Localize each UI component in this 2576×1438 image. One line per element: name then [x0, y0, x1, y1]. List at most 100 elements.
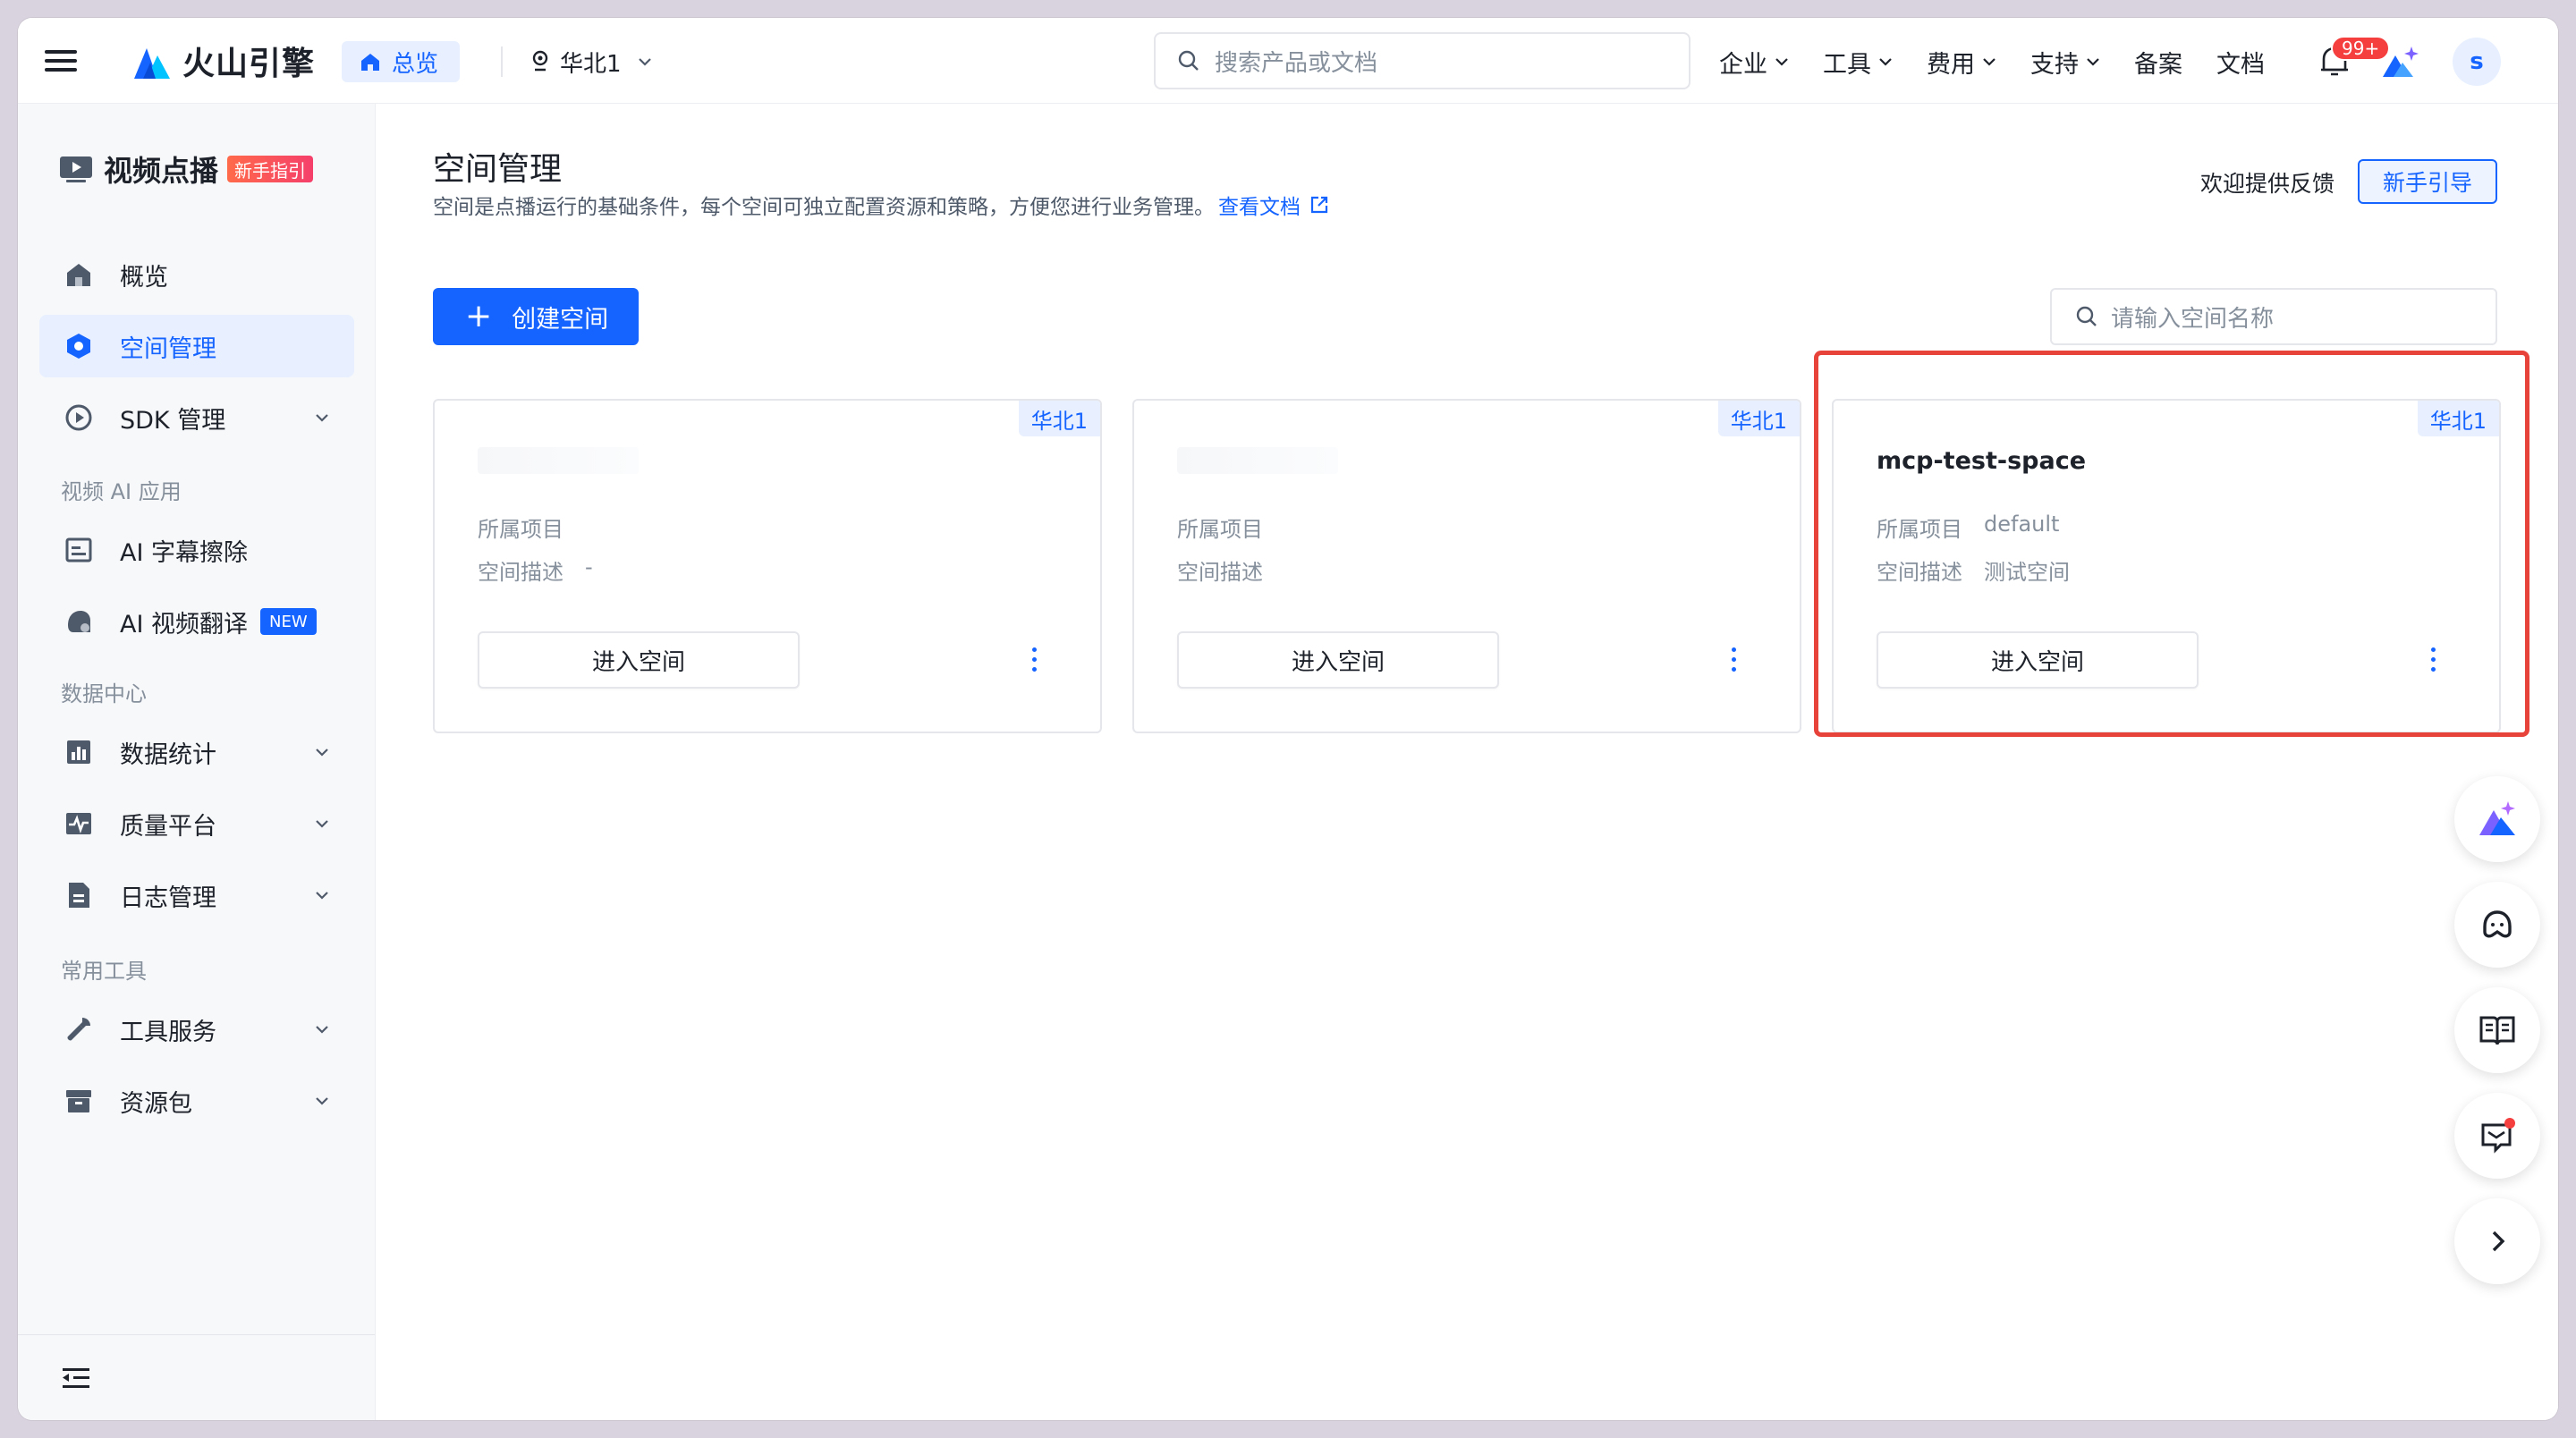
view-docs-link[interactable]: 查看文档	[1218, 190, 1329, 220]
sidebar-item-quality[interactable]: 质量平台	[39, 792, 354, 855]
location-pin-icon	[532, 50, 548, 72]
chevron-down-icon	[316, 1097, 328, 1105]
sidebar-item-resource-packages[interactable]: 资源包	[39, 1070, 354, 1132]
documentation-button[interactable]	[2454, 987, 2540, 1073]
sidebar-item-label: 概览	[120, 263, 168, 292]
messages-button[interactable]	[2454, 1093, 2540, 1179]
description-value: -	[585, 554, 593, 579]
more-actions-icon[interactable]	[2429, 647, 2436, 674]
page-description: 空间是点播运行的基础条件，每个空间可独立配置资源和策略，方便您进行业务管理。 查…	[433, 190, 1329, 220]
region-selector[interactable]: 华北1	[531, 41, 652, 82]
sidebar-item-logs[interactable]: 日志管理	[39, 864, 354, 926]
divider	[501, 47, 503, 77]
description-label: 空间描述	[1177, 560, 1263, 585]
headset-icon	[2483, 910, 2512, 938]
space-search-input[interactable]: 请输入空间名称	[2050, 288, 2497, 345]
region-tag: 华北1	[1018, 401, 1100, 436]
nav-label: 备案	[2134, 50, 2182, 79]
nav-docs[interactable]: 文档	[2216, 45, 2265, 80]
ai-assistant-button[interactable]	[2454, 776, 2540, 862]
sidebar-item-label: SDK 管理	[120, 406, 226, 435]
sidebar-item-label: 资源包	[120, 1089, 192, 1118]
nav-tools[interactable]: 工具	[1823, 45, 1893, 80]
nav-label: 支持	[2030, 50, 2079, 79]
enter-space-button[interactable]: 进入空间	[1877, 631, 2199, 689]
sidebar-item-ai-video-translate[interactable]: AI 视频翻译 NEW	[39, 590, 354, 653]
description-row: 空间描述 测试空间	[1877, 554, 2070, 586]
top-nav: 企业 工具 费用 支持 备案 文档	[1719, 41, 2299, 82]
chevron-down-icon	[316, 414, 328, 422]
chevron-down-icon	[316, 892, 328, 900]
space-search-placeholder: 请输入空间名称	[2111, 305, 2275, 333]
ai-assistant-icon	[2479, 801, 2515, 835]
space-icon	[67, 334, 90, 359]
description-label: 空间描述	[1877, 560, 1962, 585]
global-search-input[interactable]: 搜索产品或文档	[1154, 32, 1690, 89]
subtitle-erase-icon	[65, 537, 92, 563]
sidebar-item-label: 数据统计	[120, 740, 216, 769]
description-text: 空间是点播运行的基础条件，每个空间可独立配置资源和策略，方便您进行业务管理。	[433, 196, 1215, 219]
space-name[interactable]: mcp-test-space	[1877, 447, 2086, 475]
sidebar-item-label: 空间管理	[120, 334, 216, 363]
nav-support[interactable]: 支持	[2030, 45, 2100, 80]
project-row: 所属项目	[1177, 512, 1284, 543]
sidebar-item-sdk[interactable]: SDK 管理	[39, 386, 354, 449]
nav-filing[interactable]: 备案	[2134, 45, 2182, 80]
new-badge: NEW	[260, 608, 317, 635]
menu-icon[interactable]	[45, 45, 77, 77]
sidebar-item-label: AI 视频翻译	[120, 610, 249, 639]
nav-enterprise[interactable]: 企业	[1719, 45, 1789, 80]
sidebar-item-space-management[interactable]: 空间管理	[39, 315, 354, 377]
chevron-down-icon	[316, 1026, 328, 1034]
nav-label: 工具	[1823, 50, 1871, 79]
sidebar-item-data-stats[interactable]: 数据统计	[39, 721, 354, 783]
sidebar-item-overview[interactable]: 概览	[39, 243, 354, 306]
sdk-icon	[65, 404, 92, 431]
sidebar-item-label: 日志管理	[120, 884, 216, 912]
home-icon	[67, 264, 90, 286]
project-row: 所属项目 default	[1877, 512, 2059, 543]
feedback-link[interactable]: 欢迎提供反馈	[2200, 166, 2334, 199]
sidebar-item-ai-subtitle-erase[interactable]: AI 字幕擦除	[39, 519, 354, 581]
user-avatar[interactable]: s	[2453, 38, 2501, 86]
global-search-placeholder: 搜索产品或文档	[1215, 49, 1378, 77]
enter-space-button[interactable]: 进入空间	[1177, 631, 1499, 689]
nav-label: 文档	[2216, 50, 2265, 79]
chevron-down-icon	[1775, 58, 1788, 66]
sidebar-item-label: AI 字幕擦除	[120, 538, 249, 567]
sidebar-footer	[18, 1334, 375, 1420]
book-icon	[2479, 1016, 2515, 1045]
ai-assistant-icon[interactable]	[2379, 43, 2420, 79]
nav-billing[interactable]: 费用	[1927, 45, 1996, 80]
space-card: 华北1 所属项目 空间描述 进入空间	[1132, 399, 1801, 733]
product-name: 视频点播	[104, 154, 219, 188]
video-translate-icon	[68, 611, 90, 632]
beginner-guide-button[interactable]: 新手引导	[2357, 159, 2497, 204]
video-player-icon	[60, 156, 92, 182]
top-bar: 火山引擎 总览 华北1 搜索产品或文档 企业 工具 费用 支持 备案 文档 99…	[18, 18, 2558, 104]
create-space-button[interactable]: + 创建空间	[433, 288, 640, 345]
overview-chip[interactable]: 总览	[342, 41, 461, 82]
project-label: 所属项目	[478, 517, 564, 542]
home-icon	[361, 54, 379, 71]
sidebar-item-label: 工具服务	[120, 1018, 216, 1046]
collapse-sidebar-icon[interactable]	[63, 1367, 89, 1389]
more-actions-icon[interactable]	[1030, 647, 1038, 674]
product-title: 视频点播 新手指引	[59, 148, 314, 190]
sidebar-item-tool-services[interactable]: 工具服务	[39, 998, 354, 1061]
beginner-guide-badge[interactable]: 新手指引	[227, 156, 314, 182]
overview-label: 总览	[392, 50, 439, 78]
expand-panel-button[interactable]	[2454, 1198, 2540, 1284]
customer-service-button[interactable]	[2454, 882, 2540, 968]
nav-label: 费用	[1927, 50, 1975, 79]
message-icon	[2481, 1118, 2515, 1154]
region-tag: 华北1	[1717, 401, 1800, 436]
project-value: default	[1984, 512, 2060, 537]
enter-space-button[interactable]: 进入空间	[478, 631, 800, 689]
description-value: 测试空间	[1984, 560, 2070, 585]
group-tools-label: 常用工具	[61, 959, 147, 984]
project-label: 所属项目	[1177, 517, 1263, 542]
more-actions-icon[interactable]	[1730, 647, 1737, 674]
wrench-icon	[67, 1018, 90, 1041]
brand-logo[interactable]: 火山引擎	[131, 38, 315, 84]
